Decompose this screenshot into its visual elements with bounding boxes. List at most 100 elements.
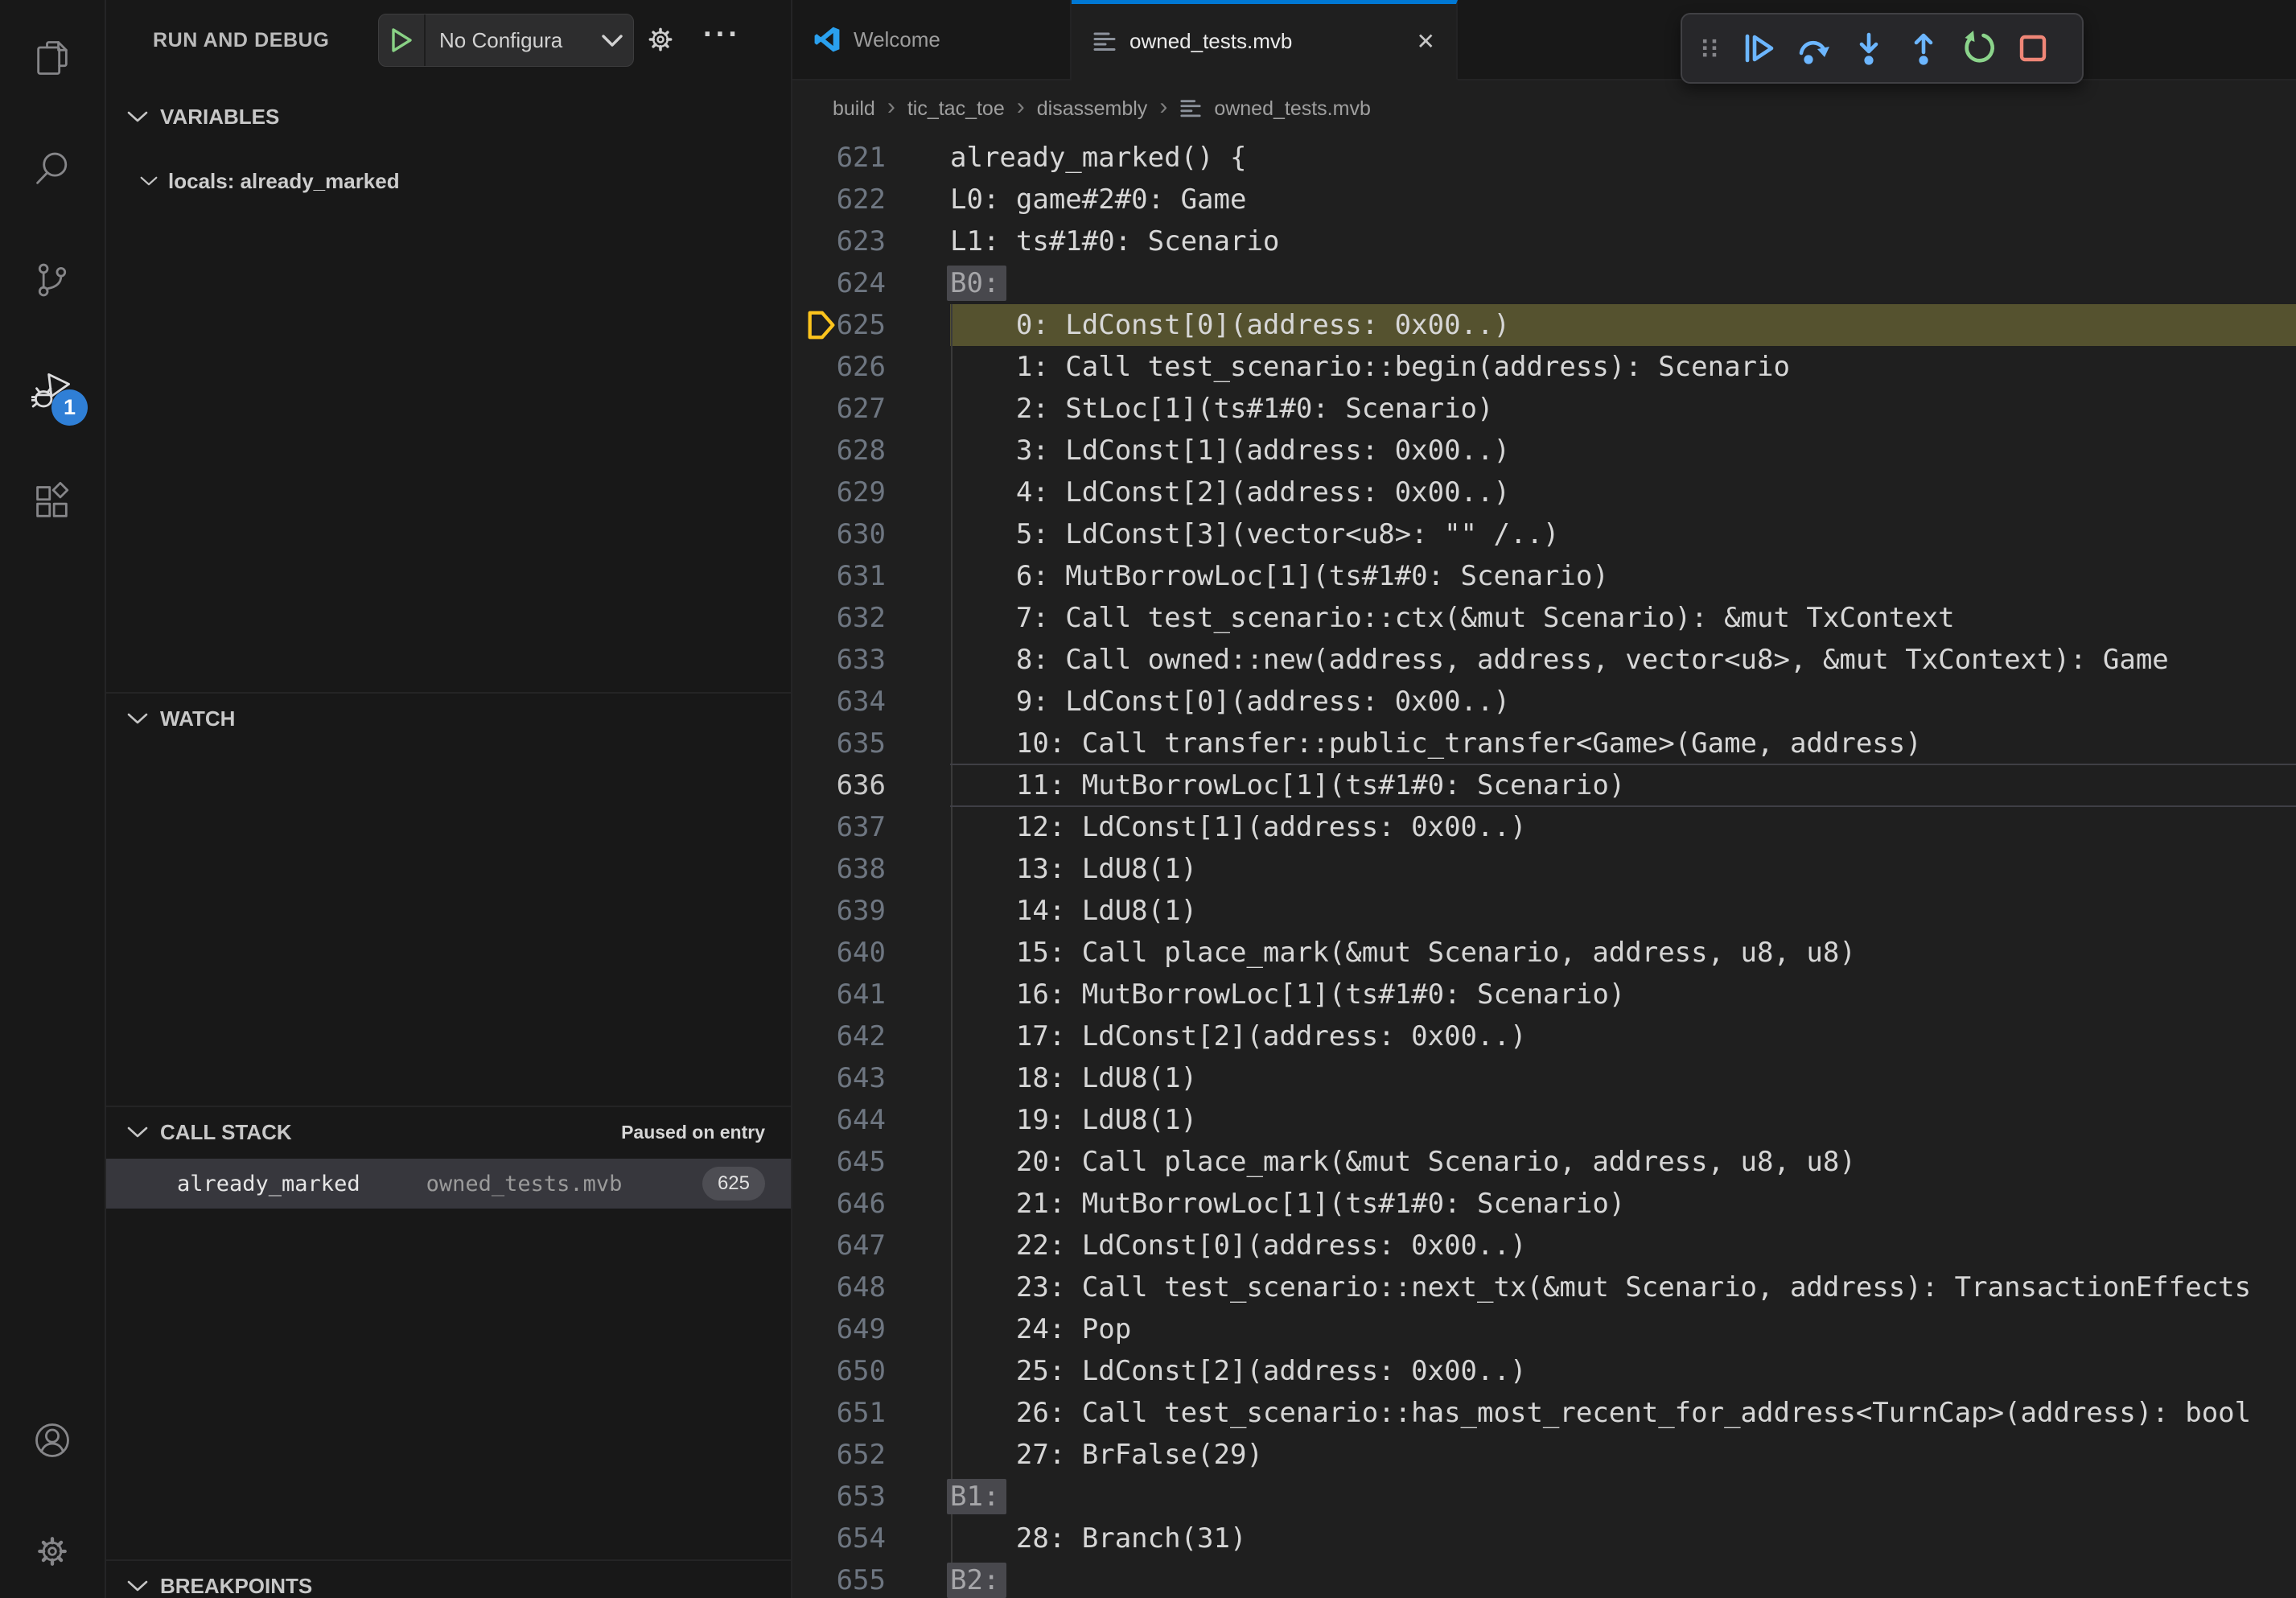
close-icon[interactable]: ✕	[1417, 28, 1435, 55]
variables-scope-locals[interactable]: locals: already_marked	[106, 161, 791, 201]
line-number[interactable]: 637	[792, 806, 886, 848]
sidebar-item-search[interactable]	[0, 130, 105, 208]
line-number[interactable]: 647	[792, 1225, 886, 1266]
start-debugging-button[interactable]	[379, 27, 424, 54]
sidebar-item-explorer[interactable]	[0, 19, 105, 97]
code-line[interactable]: 627 2: StLoc[1](ts#1#0: Scenario)	[792, 388, 2296, 430]
line-number[interactable]: 645	[792, 1141, 886, 1183]
line-number[interactable]: 635	[792, 723, 886, 764]
line-number[interactable]: 633	[792, 639, 886, 681]
breadcrumb-item[interactable]: build	[833, 97, 875, 121]
code-line[interactable]: 642 17: LdConst[2](address: 0x00..)	[792, 1015, 2296, 1057]
line-number[interactable]: 646	[792, 1183, 886, 1225]
line-number[interactable]: 632	[792, 597, 886, 639]
line-number[interactable]: 653	[792, 1476, 886, 1518]
line-number[interactable]: 622	[792, 179, 886, 220]
line-number[interactable]: 624	[792, 262, 886, 304]
line-number[interactable]: 621	[792, 137, 886, 179]
section-header-watch[interactable]: WATCH	[106, 697, 791, 740]
code-line[interactable]: 641 16: MutBorrowLoc[1](ts#1#0: Scenario…	[792, 974, 2296, 1015]
code-line[interactable]: 631 6: MutBorrowLoc[1](ts#1#0: Scenario)	[792, 555, 2296, 597]
code-line[interactable]: 652 27: BrFalse(29)	[792, 1434, 2296, 1476]
account-button[interactable]	[0, 1402, 105, 1479]
line-number[interactable]: 634	[792, 681, 886, 723]
line-number[interactable]: 654	[792, 1518, 886, 1559]
restart-button[interactable]	[1951, 21, 2006, 76]
line-number[interactable]: 631	[792, 555, 886, 597]
manage-button[interactable]	[0, 1513, 105, 1590]
line-number[interactable]: 651	[792, 1392, 886, 1434]
breadcrumb-item[interactable]: tic_tac_toe	[907, 97, 1005, 121]
code-line[interactable]: 643 18: LdU8(1)	[792, 1057, 2296, 1099]
breadcrumb-item-file[interactable]: owned_tests.mvb	[1214, 97, 1371, 121]
line-number[interactable]: 648	[792, 1266, 886, 1308]
code-line[interactable]: 649 24: Pop	[792, 1308, 2296, 1350]
code-line[interactable]: 650 25: LdConst[2](address: 0x00..)	[792, 1350, 2296, 1392]
step-over-button[interactable]	[1787, 21, 1841, 76]
code-line[interactable]: 629 4: LdConst[2](address: 0x00..)	[792, 472, 2296, 513]
code-line[interactable]: 651 26: Call test_scenario::has_most_rec…	[792, 1392, 2296, 1434]
code-line[interactable]: 644 19: LdU8(1)	[792, 1099, 2296, 1141]
line-number[interactable]: 641	[792, 974, 886, 1015]
section-header-call-stack[interactable]: CALL STACK Paused on entry	[106, 1110, 791, 1154]
line-number[interactable]: 638	[792, 848, 886, 890]
code-line[interactable]: 637 12: LdConst[1](address: 0x00..)	[792, 806, 2296, 848]
code-line[interactable]: 624B0:	[792, 262, 2296, 304]
code-line[interactable]: 647 22: LdConst[0](address: 0x00..)	[792, 1225, 2296, 1266]
code-line[interactable]: 633 8: Call owned::new(address, address,…	[792, 639, 2296, 681]
code-line[interactable]: 628 3: LdConst[1](address: 0x00..)	[792, 430, 2296, 472]
line-number[interactable]: 629	[792, 472, 886, 513]
code-line[interactable]: 634 9: LdConst[0](address: 0x00..)	[792, 681, 2296, 723]
code-line[interactable]: 621already_marked() {	[792, 137, 2296, 179]
line-number[interactable]: 639	[792, 890, 886, 932]
line-number[interactable]: 644	[792, 1099, 886, 1141]
code-line[interactable]: 639 14: LdU8(1)	[792, 890, 2296, 932]
call-stack-frame[interactable]: already_markedowned_tests.mvb625	[106, 1159, 791, 1209]
toolbar-drag-handle[interactable]	[1692, 21, 1732, 76]
code-line[interactable]: 640 15: Call place_mark(&mut Scenario, a…	[792, 932, 2296, 974]
sidebar-item-source-control[interactable]	[0, 241, 105, 319]
line-number[interactable]: 650	[792, 1350, 886, 1392]
code-line[interactable]: 646 21: MutBorrowLoc[1](ts#1#0: Scenario…	[792, 1183, 2296, 1225]
line-number[interactable]: 642	[792, 1015, 886, 1057]
tab-owned-tests[interactable]: owned_tests.mvb ✕	[1072, 0, 1458, 80]
code-line[interactable]: 654 28: Branch(31)	[792, 1518, 2296, 1559]
code-line[interactable]: 653B1:	[792, 1476, 2296, 1518]
code-line[interactable]: 635 10: Call transfer::public_transfer<G…	[792, 723, 2296, 764]
line-number[interactable]: 640	[792, 932, 886, 974]
line-number[interactable]: 627	[792, 388, 886, 430]
breadcrumb-item[interactable]: disassembly	[1037, 97, 1148, 121]
code-line[interactable]: 626 1: Call test_scenario::begin(address…	[792, 346, 2296, 388]
code-line[interactable]: 638 13: LdU8(1)	[792, 848, 2296, 890]
line-number[interactable]: 630	[792, 513, 886, 555]
views-more-actions-button[interactable]: ···	[703, 18, 741, 52]
code-line[interactable]: 630 5: LdConst[3](vector<u8>: "" /..)	[792, 513, 2296, 555]
code-line[interactable]: 622L0: game#2#0: Game	[792, 179, 2296, 220]
code-line[interactable]: 655B2:	[792, 1559, 2296, 1598]
code-line[interactable]: 625 0: LdConst[0](address: 0x00..)	[792, 304, 2296, 346]
code-line[interactable]: 632 7: Call test_scenario::ctx(&mut Scen…	[792, 597, 2296, 639]
code-line[interactable]: 636 11: MutBorrowLoc[1](ts#1#0: Scenario…	[792, 764, 2296, 806]
line-number[interactable]: 652	[792, 1434, 886, 1476]
line-number[interactable]: 643	[792, 1057, 886, 1099]
tab-welcome[interactable]: Welcome	[792, 0, 1072, 80]
line-number[interactable]: 623	[792, 220, 886, 262]
code-editor[interactable]: 621already_marked() {622L0: game#2#0: Ga…	[792, 137, 2296, 1598]
line-number[interactable]: 655	[792, 1559, 886, 1598]
step-into-button[interactable]	[1841, 21, 1896, 76]
code-line[interactable]: 623L1: ts#1#0: Scenario	[792, 220, 2296, 262]
code-line[interactable]: 645 20: Call place_mark(&mut Scenario, a…	[792, 1141, 2296, 1183]
open-launch-json-button[interactable]	[644, 23, 677, 56]
debug-configuration-dropdown[interactable]: No Configura	[378, 14, 634, 67]
step-out-button[interactable]	[1896, 21, 1951, 76]
code-line[interactable]: 648 23: Call test_scenario::next_tx(&mut…	[792, 1266, 2296, 1308]
line-number[interactable]: 628	[792, 430, 886, 472]
sidebar-item-extensions[interactable]	[0, 463, 105, 541]
line-number[interactable]: 626	[792, 346, 886, 388]
line-number[interactable]: 636	[792, 764, 886, 806]
sidebar-item-run-and-debug[interactable]: 1	[0, 352, 105, 430]
continue-button[interactable]	[1732, 21, 1787, 76]
stop-button[interactable]	[2006, 21, 2060, 76]
section-header-breakpoints[interactable]: BREAKPOINTS	[106, 1564, 791, 1598]
line-number[interactable]: 649	[792, 1308, 886, 1350]
